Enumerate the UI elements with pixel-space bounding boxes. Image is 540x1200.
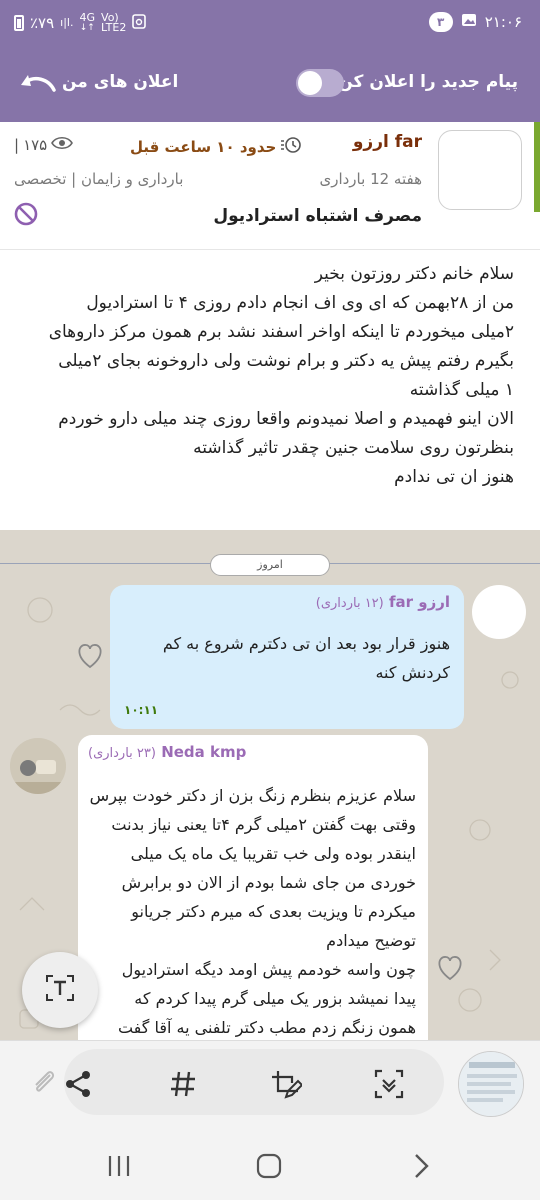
post-body-line: من از ۲۸بهمن که ای وی اف انجام دادم روزی… <box>86 293 514 313</box>
edit-crop-icon[interactable] <box>270 1069 304 1099</box>
scan-text-icon[interactable] <box>374 1069 404 1099</box>
post-body-line: هنوز ان تی ندادم <box>394 467 514 487</box>
heart-icon[interactable] <box>436 955 464 981</box>
comment-author: ارزو far <box>388 593 450 611</box>
author-avatar[interactable] <box>438 130 522 210</box>
text-select-button[interactable] <box>22 952 98 1028</box>
post-author[interactable]: ارزو far <box>353 132 422 152</box>
status-left: ٪۷۹ ı|l. 4G ↓↑ Vo) LTE2 <box>14 11 147 34</box>
notification-count-badge: ۳ <box>428 12 453 32</box>
post-body-line: بگیرم رفتم پیش یه دکتر و برام نوشت ولی د… <box>58 351 514 371</box>
comment-bubble-own[interactable]: ارزو far (۱۲ بارداری) هنوز قرار بود بعد … <box>110 585 464 729</box>
accent-strip <box>534 122 540 212</box>
top-bar: پیام جدید را اعلان کن اعلان های من <box>0 44 540 122</box>
post-week: هفته 12 بارداری <box>319 170 422 188</box>
post-body-line: سلام خانم دکتر روزتون بخیر <box>314 264 514 284</box>
post-category[interactable]: بارداری و زایمان | تخصصی <box>14 170 183 188</box>
status-right: ۳ ۲۱:۰۶ <box>428 12 522 32</box>
post-views: | ۱۷۵ <box>14 136 74 154</box>
ban-icon[interactable] <box>14 202 38 226</box>
comment-author-line: ارزو far (۱۲ بارداری) <box>316 593 450 611</box>
screenshot-thumbnail[interactable] <box>458 1051 524 1117</box>
signal-icon: ı|l. <box>60 16 74 29</box>
comment-text: سلام عزیزم بنظرم زنگ بزن از دکتر خودت بپ… <box>89 786 416 1037</box>
post-body-line: الان اینو فهمیدم و اصلا نمیدونم واقعا رو… <box>58 409 514 429</box>
commenter-avatar[interactable] <box>472 585 526 639</box>
new-message-notify-label: پیام جدید را اعلان کن <box>338 72 518 92</box>
my-notifications-link[interactable]: اعلان های من <box>62 72 178 92</box>
back-arrow-icon[interactable] <box>18 72 58 96</box>
volte-indicator: Vo) LTE2 <box>101 11 127 34</box>
hashtag-icon[interactable] <box>168 1069 198 1099</box>
text-select-icon <box>44 972 76 1008</box>
post-header-card: ارزو far حدود ۱۰ ساعت قبل | ۱۷۵ هفته 12 … <box>0 122 540 250</box>
share-icon[interactable] <box>64 1069 94 1099</box>
battery-percent: ٪۷۹ <box>30 14 55 32</box>
notify-toggle[interactable] <box>296 69 344 97</box>
system-nav-bar <box>0 1130 540 1200</box>
recent-apps-icon[interactable] <box>104 1152 134 1180</box>
comment-bubble[interactable]: Neda kmp (۲۳ بارداری) سلام عزیزم بنظرم ز… <box>78 735 428 1050</box>
comment-author-line: Neda kmp (۲۳ بارداری) <box>88 743 246 761</box>
network-indicator: 4G ↓↑ <box>79 11 96 33</box>
paperclip-icon[interactable] <box>28 1067 58 1097</box>
smart-select-toolbar <box>0 1040 540 1130</box>
commenter-avatar[interactable] <box>10 738 66 794</box>
comment-time: ۱۰:۱۱ <box>124 703 159 717</box>
post-time: حدود ۱۰ ساعت قبل <box>130 136 302 158</box>
day-label: امروز <box>210 554 330 576</box>
comment-week: (۱۲ بارداری) <box>315 596 384 611</box>
comments-area[interactable]: امروز ارزو far (۱۲ بارداری) هنوز قرار بو… <box>0 530 540 1050</box>
clock-icon <box>280 136 302 158</box>
post-body-line: بنظرتون روی سلامت جنین چقدر تاثیر گذاشته <box>193 438 514 458</box>
comment-text: هنوز قرار بود بعد ان تی دکترم شروع به کم… <box>162 634 450 682</box>
back-nav-icon[interactable] <box>406 1152 436 1180</box>
post-body-line: ۱ میلی گذاشته <box>409 380 514 400</box>
clock-time: ۲۱:۰۶ <box>484 13 522 31</box>
gallery-notification-icon <box>461 12 477 32</box>
comment-author: Neda kmp <box>161 743 247 761</box>
screen: ٪۷۹ ı|l. 4G ↓↑ Vo) LTE2 ۳ ۲۱:۰۶ پیام جدی… <box>0 0 540 1200</box>
comment-week: (۲۳ بارداری) <box>88 746 156 761</box>
post-body: سلام خانم دکتر روزتون بخیر من از ۲۸بهمن … <box>0 250 540 530</box>
battery-icon <box>14 15 24 31</box>
eye-icon <box>51 136 74 154</box>
heart-icon[interactable] <box>76 643 104 669</box>
post-title: مصرف اشتباه استرادیول <box>213 206 422 226</box>
app-notification-icon <box>132 13 147 33</box>
toggle-knob <box>298 71 322 95</box>
home-icon[interactable] <box>254 1152 284 1180</box>
post-body-line: ۲میلی میخوردم تا اینکه اواخر اسفند نشد ب… <box>48 322 514 342</box>
status-bar: ٪۷۹ ı|l. 4G ↓↑ Vo) LTE2 ۳ ۲۱:۰۶ <box>0 0 540 44</box>
